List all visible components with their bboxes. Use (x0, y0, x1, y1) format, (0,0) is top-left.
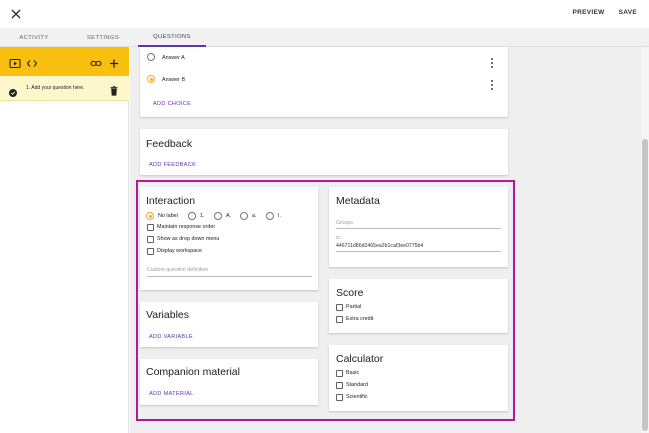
tab-settings[interactable]: SETTINGS (68, 28, 138, 47)
choice-label-a: Answer A (162, 55, 185, 61)
label-option-lower-alpha: a. (252, 213, 257, 219)
slideshow-icon[interactable] (9, 56, 21, 69)
question-list-item-label: 1. Add your question here. (26, 85, 85, 91)
custom-definition-input[interactable]: Custom question definition (147, 267, 208, 273)
label-radio-lower-alpha[interactable] (240, 212, 248, 220)
add-feedback-button[interactable]: ADD FEEDBACK (149, 162, 196, 168)
tab-questions[interactable]: QUESTIONS (138, 28, 206, 47)
partial-label: Partial (346, 304, 362, 310)
tab-activity[interactable]: ACTIVITY (0, 28, 68, 47)
tab-bar: ACTIVITY SETTINGS QUESTIONS (0, 28, 649, 47)
basic-label: Basic (346, 370, 360, 376)
extra-credit-checkbox[interactable] (336, 316, 343, 323)
label-option-numeric: 1. (200, 213, 205, 219)
add-icon[interactable] (108, 56, 120, 68)
groups-underline (336, 228, 501, 229)
question-toolbar (0, 47, 129, 76)
standard-label: Standard (346, 382, 368, 388)
add-material-button[interactable]: ADD MATERIAL (149, 391, 194, 397)
basic-checkbox[interactable] (336, 370, 343, 377)
interaction-card: Interaction No label 1. A. a. I. Maintai… (140, 187, 318, 290)
metadata-card: Metadata Groups ID 446711d86d2465ea2b1ca… (329, 187, 508, 267)
feedback-title: Feedback (146, 138, 193, 150)
companion-material-title: Companion material (146, 366, 240, 378)
add-choice-button[interactable]: ADD CHOICE (153, 101, 191, 107)
calculator-title: Calculator (336, 353, 384, 365)
close-icon[interactable] (9, 7, 23, 21)
label-option-roman: I. (278, 213, 281, 219)
trash-icon[interactable] (110, 83, 118, 96)
id-underline (336, 251, 501, 252)
id-input[interactable]: 446711d86d2465ea2b1caf3ee0775b4 (336, 243, 423, 249)
question-editor: Answer A Answer B ADD CHOICE Feedback AD… (130, 47, 649, 433)
save-button[interactable]: SAVE (619, 9, 637, 16)
label-radio-numeric[interactable] (188, 212, 196, 220)
custom-definition-underline (147, 276, 312, 277)
scrollbar[interactable] (641, 47, 649, 433)
interaction-title: Interaction (146, 195, 196, 207)
feedback-card: Feedback ADD FEEDBACK (140, 129, 508, 175)
link-icon[interactable] (90, 56, 102, 67)
top-bar: PREVIEW SAVE (0, 0, 649, 28)
more-vert-icon[interactable] (489, 80, 495, 90)
calculator-card: Calculator Basic Standard Scientific (329, 345, 508, 411)
score-card: Score Partial Extra credit (329, 279, 508, 333)
scientific-label: Scientific (346, 394, 368, 400)
choice-label-b: Answer B (162, 77, 186, 83)
metadata-title: Metadata (336, 195, 380, 207)
label-option-upper-alpha: A. (226, 213, 232, 219)
choice-radio-a[interactable] (147, 53, 155, 61)
extra-credit-label: Extra credit (346, 316, 374, 322)
question-list-item[interactable]: 1. Add your question here. (0, 76, 129, 101)
scientific-checkbox[interactable] (336, 394, 343, 401)
add-variable-button[interactable]: ADD VARIABLE (149, 334, 193, 340)
variables-title: Variables (146, 309, 189, 321)
workspace-label: Display workspace (157, 248, 202, 254)
question-list-panel: 1. Add your question here. (0, 47, 129, 433)
groups-input[interactable]: Groups (336, 220, 353, 226)
label-option-none: No label (158, 213, 178, 219)
label-radio-upper-alpha[interactable] (214, 212, 222, 220)
top-actions: PREVIEW SAVE (573, 9, 638, 16)
more-vert-icon[interactable] (489, 58, 495, 68)
label-radio-none[interactable] (146, 212, 154, 220)
score-title: Score (336, 287, 364, 299)
workspace-checkbox[interactable] (147, 248, 154, 255)
scrollbar-thumb[interactable] (642, 139, 648, 431)
variables-card: Variables ADD VARIABLE (140, 302, 318, 347)
dropdown-checkbox[interactable] (147, 236, 154, 243)
standard-checkbox[interactable] (336, 382, 343, 389)
maintain-order-checkbox[interactable] (147, 224, 154, 231)
preview-button[interactable]: PREVIEW (573, 9, 605, 16)
companion-material-card: Companion material ADD MATERIAL (140, 359, 318, 405)
id-field-label: ID (336, 235, 341, 240)
dropdown-label: Show as drop down menu (157, 236, 220, 242)
partial-checkbox[interactable] (336, 304, 343, 311)
choice-radio-b[interactable] (147, 75, 155, 83)
maintain-order-label: Maintain response order (157, 224, 216, 230)
code-icon[interactable] (26, 56, 38, 67)
choices-card: Answer A Answer B ADD CHOICE (140, 47, 508, 117)
label-radio-roman[interactable] (266, 212, 274, 220)
check-circle-icon (9, 84, 17, 97)
